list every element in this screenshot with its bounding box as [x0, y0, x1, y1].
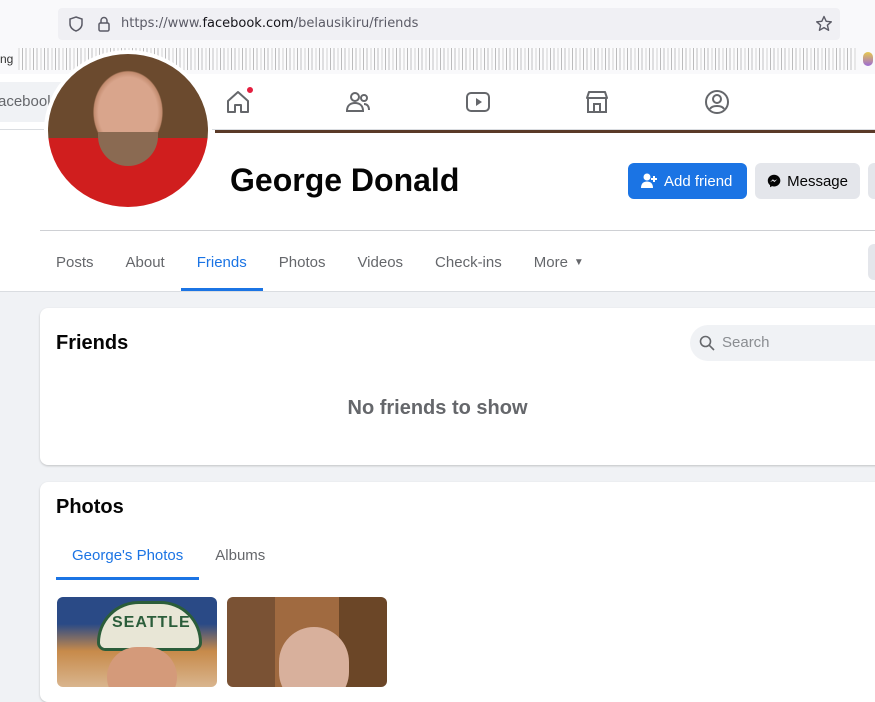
head-graphic [279, 627, 349, 687]
extension-icon[interactable] [863, 52, 873, 66]
avatar-beard [98, 132, 158, 166]
header-divider [40, 230, 875, 231]
tab-about[interactable]: About [110, 233, 181, 291]
cap-graphic: SEATTLE [97, 601, 202, 651]
profile-avatar[interactable] [44, 50, 212, 211]
browser-toolbar: https://www.facebook.com/belausikiru/fri… [0, 0, 875, 48]
url-text[interactable]: https://www.facebook.com/belausikiru/fri… [121, 16, 418, 31]
profile-tabs: Posts About Friends Photos Videos Check-… [40, 233, 600, 291]
friends-card: Friends Search [40, 308, 875, 465]
photo-thumbnail[interactable]: SEATTLE [57, 597, 217, 687]
cover-photo[interactable] [215, 130, 875, 133]
tab-check-ins[interactable]: Check-ins [419, 233, 518, 291]
tab-posts[interactable]: Posts [40, 233, 110, 291]
search-placeholder: Search [722, 334, 770, 351]
add-person-icon [641, 173, 657, 188]
message-label: Message [787, 172, 848, 190]
profile-name: George Donald [230, 162, 460, 198]
face-graphic [107, 647, 177, 687]
caret-down-icon: ▼ [573, 256, 584, 268]
photos-tabs: George's Photos Albums [56, 530, 281, 580]
messenger-icon [767, 174, 781, 188]
more-actions-button[interactable] [868, 163, 875, 199]
search-icon [699, 335, 715, 351]
friends-title: Friends [56, 332, 129, 354]
bookmark-star-icon[interactable] [814, 14, 834, 34]
tab-videos[interactable]: Videos [341, 233, 419, 291]
photos-title: Photos [56, 496, 124, 518]
bookmark-fragment[interactable]: ng [0, 52, 13, 66]
groups-icon[interactable] [703, 88, 731, 116]
add-friend-button[interactable]: Add friend [628, 163, 747, 199]
message-button[interactable]: Message [755, 163, 860, 199]
friends-icon[interactable] [344, 88, 372, 116]
tab-options-button[interactable] [868, 244, 875, 280]
friends-search-input[interactable]: Search [690, 325, 875, 361]
tab-albums[interactable]: Albums [199, 530, 281, 580]
tab-more[interactable]: More ▼ [518, 233, 600, 291]
marketplace-icon[interactable] [583, 88, 611, 116]
empty-friends-message: No friends to show [347, 397, 528, 419]
tab-georges-photos[interactable]: George's Photos [56, 530, 200, 580]
shield-icon[interactable] [67, 15, 85, 33]
tab-friends[interactable]: Friends [180, 233, 263, 291]
profile-header: George Donald Add friend Message Posts A… [0, 50, 875, 292]
lock-icon[interactable] [96, 15, 112, 33]
photos-card: Photos George's Photos Albums SEATTLE [40, 482, 875, 702]
tab-photos[interactable]: Photos [263, 233, 342, 291]
address-bar[interactable]: https://www.facebook.com/belausikiru/fri… [58, 8, 840, 40]
notification-dot [246, 86, 254, 94]
photo-thumbnail[interactable] [227, 597, 387, 687]
watch-icon[interactable] [464, 88, 492, 116]
add-friend-label: Add friend [664, 172, 733, 190]
